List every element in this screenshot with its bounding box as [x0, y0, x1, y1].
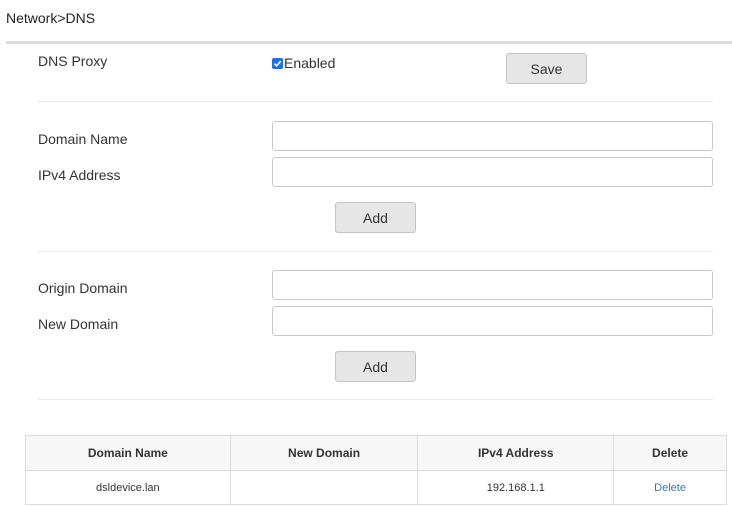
cell-new-domain — [229, 470, 419, 505]
domain-name-input[interactable] — [272, 121, 713, 151]
dns-proxy-toggle[interactable]: Enabled — [272, 56, 335, 70]
column-header-domain-name: Domain Name — [25, 435, 231, 471]
ipv4-address-input[interactable] — [272, 157, 713, 187]
section-divider — [38, 101, 713, 102]
dns-proxy-enabled-label: Enabled — [284, 55, 336, 71]
delete-link[interactable]: Delete — [654, 482, 686, 494]
column-header-delete: Delete — [613, 435, 727, 471]
add-rewrite-button[interactable]: Add — [335, 351, 416, 382]
new-domain-label: New Domain — [38, 316, 119, 332]
ipv4-address-label: IPv4 Address — [38, 167, 121, 183]
cell-ipv4-address: 192.168.1.1 — [417, 470, 615, 505]
checkbox-checked-icon[interactable] — [272, 57, 283, 69]
section-divider — [38, 251, 713, 252]
new-domain-input[interactable] — [272, 306, 713, 336]
dns-entries-table: Domain Name New Domain IPv4 Address Dele… — [25, 435, 727, 505]
section-divider — [38, 399, 713, 400]
header-divider — [6, 41, 732, 44]
domain-name-label: Domain Name — [38, 131, 128, 147]
dns-proxy-label: DNS Proxy — [38, 53, 108, 69]
table-header-row: Domain Name New Domain IPv4 Address Dele… — [25, 435, 727, 471]
cell-domain-name: dsldevice.lan — [25, 470, 231, 505]
origin-domain-input[interactable] — [272, 270, 713, 300]
breadcrumb: Network>DNS — [6, 10, 96, 26]
column-header-new-domain: New Domain — [229, 435, 419, 471]
table-row: dsldevice.lan 192.168.1.1 Delete — [25, 470, 727, 505]
cell-delete: Delete — [613, 470, 727, 505]
column-header-ipv4-address: IPv4 Address — [417, 435, 615, 471]
origin-domain-label: Origin Domain — [38, 280, 128, 296]
add-host-button[interactable]: Add — [335, 202, 416, 233]
save-button[interactable]: Save — [506, 53, 587, 84]
